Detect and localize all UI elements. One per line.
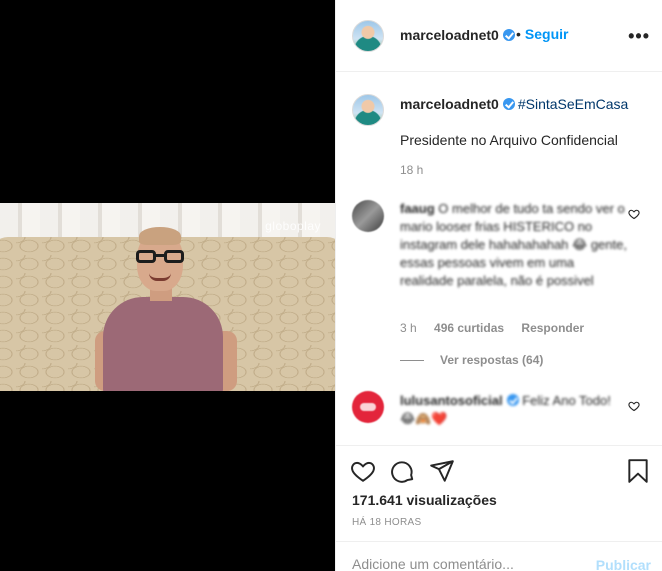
share-paper-plane-icon[interactable] [429,458,455,484]
comment-body: lulusantosoficial Feliz Ano Todo! 😂🙈❤️ [400,392,628,428]
post-side-panel: marceloadnet0 • Seguir ••• marceloadnet0 #… [335,0,662,571]
like-heart-icon[interactable] [350,458,376,484]
caption-hashtag-link[interactable]: #SintaSeEmCasa [518,96,629,112]
author-username-text[interactable]: marceloadnet0 [400,27,499,43]
save-bookmark-icon[interactable] [625,458,651,484]
video-person [95,221,265,391]
author-avatar[interactable] [352,20,384,52]
comment-like-heart-icon[interactable] [628,208,640,220]
view-replies-line [400,360,424,362]
reply-button[interactable]: Responder [521,321,584,335]
glasses-lens-left [136,250,156,263]
glasses-lens-right [164,250,184,263]
verified-badge-icon [506,394,519,406]
caption-timestamp[interactable]: 18 h [400,163,423,177]
header-separator: • [516,26,521,42]
author-username[interactable]: marceloadnet0 [400,27,515,43]
comment-input[interactable] [352,556,572,571]
follow-wrap: • Seguir [512,26,568,42]
verified-badge-icon [502,98,515,110]
comment-like-heart-icon[interactable] [628,400,640,412]
video-player[interactable]: globoplay [0,203,335,391]
publish-button[interactable]: Publicar [596,557,651,571]
views-count[interactable]: 171.641 visualizações [352,492,497,508]
add-comment-bar: Publicar [336,541,662,571]
comment-time[interactable]: 3 h [400,321,417,335]
post-actions: 171.641 visualizações HÁ 18 HORAS [336,445,662,528]
comment-username[interactable]: faaug [400,201,435,216]
comment-likes[interactable]: 496 curtidas [434,321,504,335]
post-time-ago[interactable]: HÁ 18 HORAS [352,517,421,528]
commenter-avatar[interactable] [352,200,384,232]
person-hair [139,227,181,245]
caption-username[interactable]: marceloadnet0 #SintaSeEmCasa [400,96,628,112]
follow-button[interactable]: Seguir [525,26,569,42]
post-header: marceloadnet0 • Seguir ••• [336,0,662,72]
instagram-post-view: globoplay marceloadnet0 • Seguir ••• marc… [0,0,662,571]
person-shirt [103,297,223,391]
commenter-avatar[interactable] [352,391,384,423]
comment-body: faaug O melhor de tudo ta sendo ver o ma… [400,200,628,290]
video-watermark: globoplay [265,219,321,233]
more-options-icon[interactable]: ••• [628,26,650,47]
caption-username-text[interactable]: marceloadnet0 [400,96,499,112]
comment-username[interactable]: lulusantosoficial [400,393,503,408]
comment-meta: 3 h 496 curtidas Responder [400,321,598,335]
caption-avatar[interactable] [352,94,384,126]
view-replies-button[interactable]: Ver respostas (64) [400,353,543,367]
caption-text: Presidente no Arquivo Confidencial [400,132,618,148]
comment-bubble-icon[interactable] [390,458,416,484]
view-replies-label[interactable]: Ver respostas (64) [440,353,543,367]
person-glasses [136,250,184,264]
comment-text: O melhor de tudo ta sendo ver o mario lo… [400,201,627,288]
media-area[interactable]: globoplay [0,0,335,571]
